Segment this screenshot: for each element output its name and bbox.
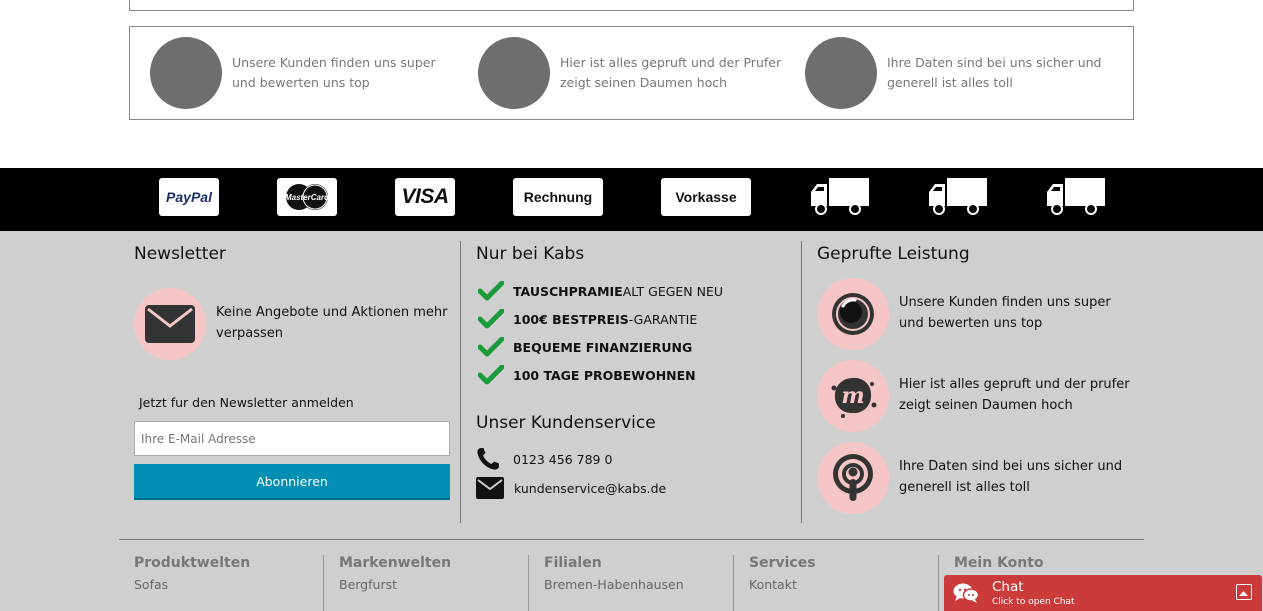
footer-link-column: Filialen Bremen-Habenhausen	[544, 555, 684, 592]
chat-widget[interactable]: Chat Click to open Chat	[944, 575, 1262, 611]
mastercard-label: MasterCard	[285, 193, 330, 202]
newsletter-description: Keine Angebote und Aktionen mehr verpass…	[216, 305, 448, 341]
footer-link-column: Markenwelten Bergfurst	[339, 555, 451, 592]
perk-rest: ALT GEGEN NEU	[622, 283, 724, 299]
trust-item: Hier ist alles gepruft und der Prufer ze…	[478, 37, 790, 109]
rechnung-badge: Rechnung	[513, 178, 603, 216]
footer-link-column: Services Kontakt	[749, 555, 816, 592]
paypal-logo: PayPal	[159, 178, 219, 216]
footer-link-heading: Produktwelten	[134, 555, 251, 571]
perk-item: BEQUEME FINANZIERUNG	[478, 337, 692, 357]
trust-text: Ihre Daten sind bei uns sicher und gener…	[887, 55, 1102, 90]
newsletter-email-input[interactable]	[134, 421, 450, 456]
leistung-text: Ihre Daten sind bei uns sicher und gener…	[899, 459, 1123, 495]
footer-link-heading: Filialen	[544, 555, 602, 571]
trust-image-placeholder	[478, 37, 550, 109]
mastercard-icon: MasterCard	[285, 184, 330, 210]
footer-link[interactable]: Bremen-Habenhausen	[544, 577, 684, 592]
payment-bar: PayPal MasterCard VISA Rechnung Vorkasse	[0, 168, 1263, 231]
trust-box: Unsere Kunden finden uns super und bewer…	[129, 26, 1134, 120]
phone-contact: 0123 456 789 0	[476, 447, 612, 471]
footer: Newsletter Keine Angebote und Aktionen m…	[0, 231, 1263, 611]
column-divider	[801, 241, 802, 523]
trust-image-placeholder	[150, 37, 222, 109]
camera-lens-icon	[832, 293, 874, 335]
chat-bubbles-icon	[953, 583, 979, 603]
checkmark-icon	[478, 365, 504, 385]
trust-item: Ihre Daten sind bei uns sicher und gener…	[805, 37, 1117, 109]
trust-item: Unsere Kunden finden uns super und bewer…	[150, 37, 462, 109]
perk-bold: 100€ BESTPREIS	[513, 311, 629, 327]
footer-link-heading: Markenwelten	[339, 555, 452, 571]
trust-image-placeholder	[805, 37, 877, 109]
kundenservice-title: Unser Kundenservice	[476, 413, 656, 433]
envelope-icon	[476, 477, 504, 499]
phone-icon	[477, 448, 499, 470]
truck-icon	[811, 178, 869, 215]
camera-lens-icon-circle	[817, 278, 889, 350]
email-address[interactable]: kundenservice@kabs.de	[514, 481, 666, 496]
footer-link-divider	[938, 555, 939, 611]
footer-link[interactable]: Bergfurst	[339, 577, 451, 592]
footer-link-heading: Mein Konto	[954, 555, 1044, 571]
footer-link-divider	[323, 555, 324, 611]
phone-number[interactable]: 0123 456 789 0	[513, 452, 612, 467]
vorkasse-badge: Vorkasse	[661, 178, 751, 216]
mastercard-logo: MasterCard	[277, 178, 337, 216]
meetup-icon-circle: m	[817, 360, 889, 432]
truck-icon	[1047, 178, 1105, 215]
checkmark-icon	[478, 309, 504, 329]
footer-link-column: Produktwelten Sofas	[134, 555, 250, 592]
geprufte-leistung-title: Geprufte Leistung	[817, 244, 970, 264]
svg-text:m: m	[841, 383, 864, 409]
previous-section-box	[129, 0, 1134, 11]
checkmark-icon	[478, 337, 504, 357]
footer-link-column: Mein Konto	[954, 555, 1044, 571]
newsletter-title: Newsletter	[134, 244, 226, 264]
perk-bold: 100 TAGE PROBEWOHNEN	[513, 367, 696, 383]
trust-text: Unsere Kunden finden uns super und bewer…	[232, 55, 436, 90]
footer-link-divider	[528, 555, 529, 611]
podcast-icon-circle	[817, 442, 889, 514]
chat-title: Chat	[992, 579, 1024, 595]
perk-item: 100€ BESTPREIS -GARANTIE	[478, 309, 697, 329]
envelope-icon	[145, 305, 195, 343]
email-contact: kundenservice@kabs.de	[476, 477, 666, 499]
chat-subtitle: Click to open Chat	[992, 597, 1075, 607]
leistung-text: Hier ist alles gepruft und der prufer ze…	[899, 377, 1130, 413]
column-divider	[460, 241, 461, 523]
newsletter-signup-label: Jetzt fur den Newsletter anmelden	[139, 395, 354, 410]
perk-item: TAUSCHPRAMIE ALT GEGEN NEU	[478, 281, 723, 301]
footer-divider	[119, 539, 1144, 540]
checkmark-icon	[478, 281, 504, 301]
perk-bold: BEQUEME FINANZIERUNG	[513, 339, 693, 355]
leistung-text: Unsere Kunden finden uns super und bewer…	[899, 295, 1111, 331]
newsletter-subscribe-button[interactable]: Abonnieren	[134, 464, 450, 500]
visa-logo: VISA	[395, 178, 455, 216]
perk-rest: -GARANTIE	[628, 311, 698, 327]
perk-bold: TAUSCHPRAMIE	[513, 283, 623, 299]
perk-item: 100 TAGE PROBEWOHNEN	[478, 365, 696, 385]
trust-text: Hier ist alles gepruft und der Prufer ze…	[560, 55, 782, 90]
chevron-up-icon	[1239, 591, 1248, 596]
footer-link[interactable]: Kontakt	[749, 577, 816, 592]
chat-expand-icon[interactable]	[1236, 584, 1252, 600]
meetup-icon: m	[831, 377, 877, 418]
envelope-icon-circle	[134, 288, 206, 360]
nur-bei-kabs-title: Nur bei Kabs	[476, 244, 585, 264]
footer-link-divider	[733, 555, 734, 611]
footer-link[interactable]: Sofas	[134, 577, 250, 592]
truck-icon	[929, 178, 987, 215]
podcast-icon	[833, 454, 873, 501]
footer-link-heading: Services	[749, 555, 816, 571]
